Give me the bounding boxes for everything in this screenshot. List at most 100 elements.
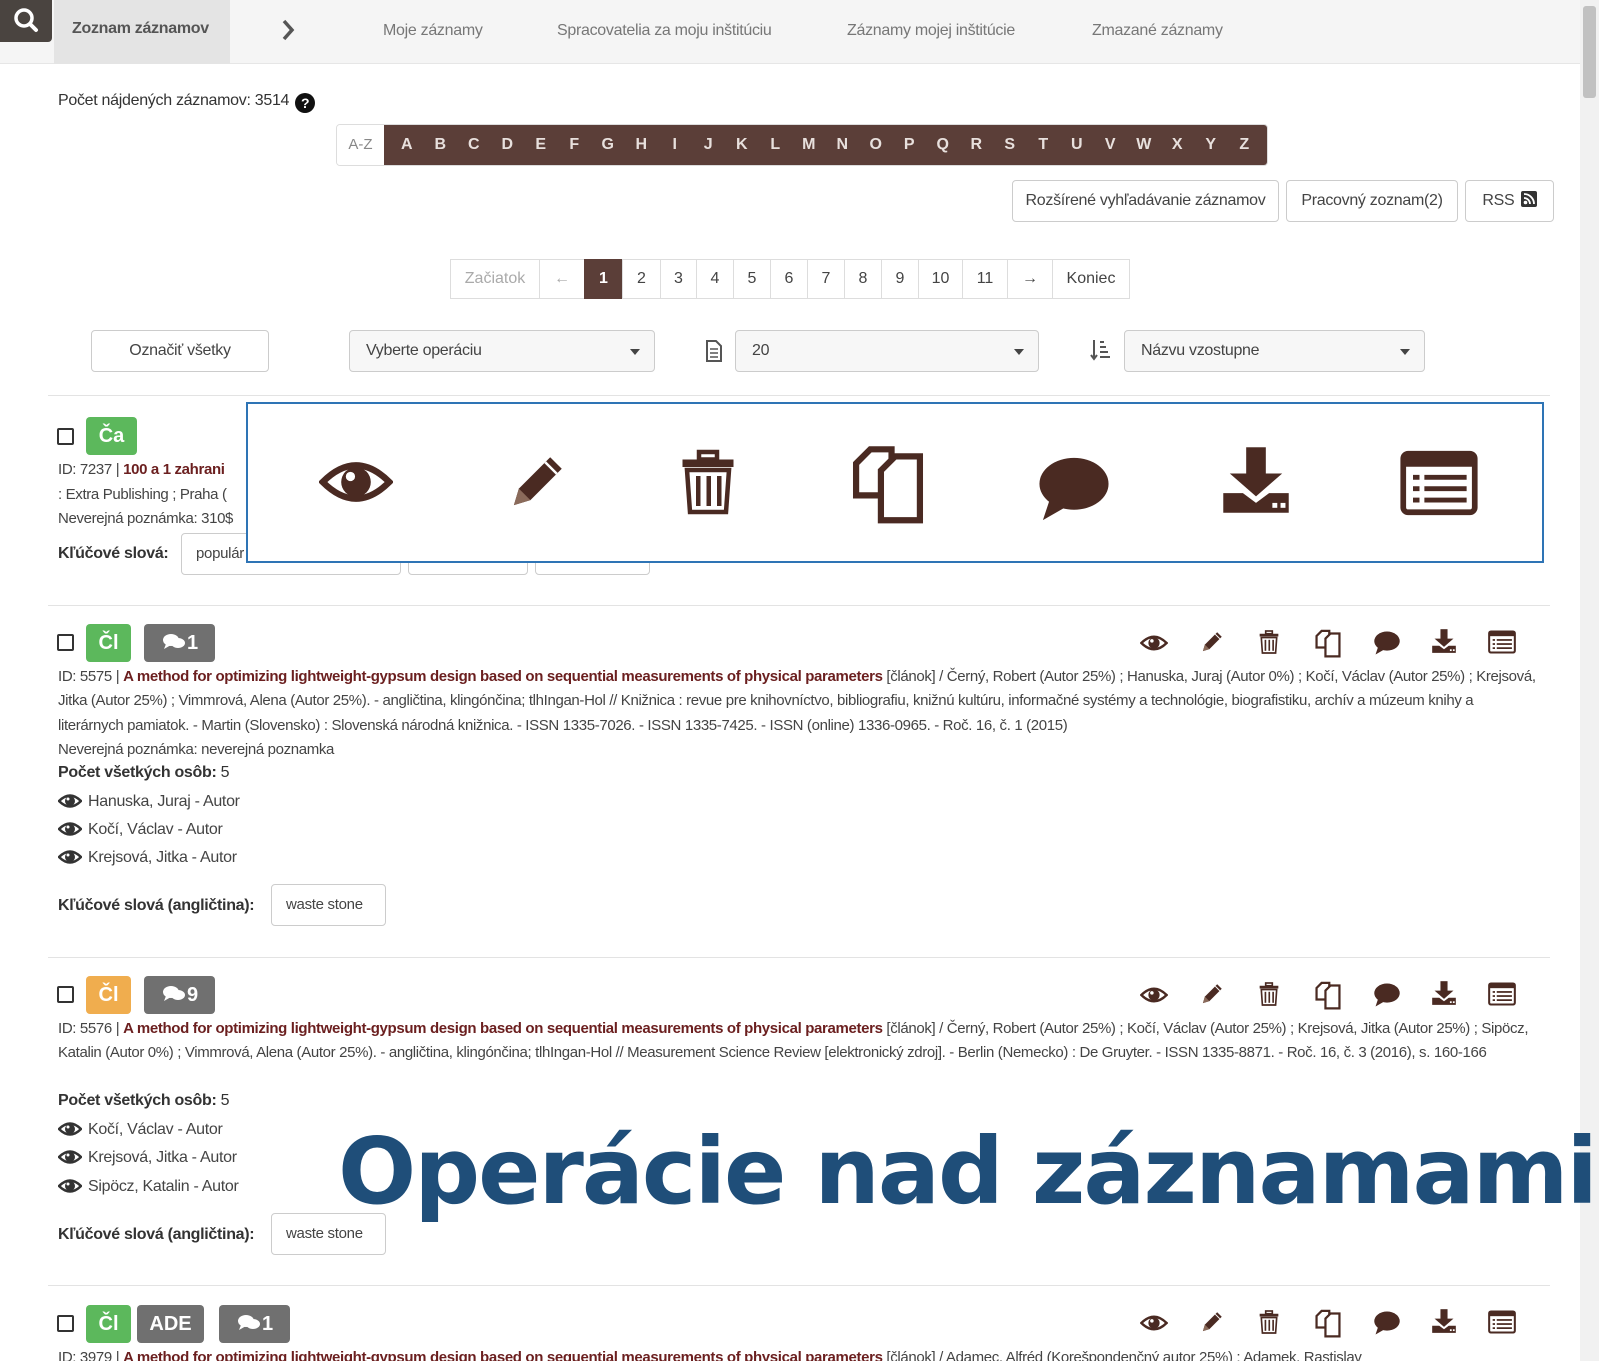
sort-select[interactable]: Názvu vzostupne bbox=[1124, 330, 1425, 372]
record-checkbox[interactable] bbox=[57, 1315, 74, 1332]
alphabet-letter[interactable]: L bbox=[759, 125, 793, 165]
pager-page[interactable]: 4 bbox=[696, 259, 734, 299]
trash-icon[interactable] bbox=[1258, 980, 1280, 1008]
tab-record-list[interactable]: Zoznam záznamov bbox=[54, 0, 230, 64]
pager-page[interactable]: 10 bbox=[918, 259, 963, 299]
pencil-icon[interactable] bbox=[1199, 1308, 1225, 1336]
rss-icon bbox=[1520, 191, 1537, 207]
alphabet-letter[interactable]: T bbox=[1027, 125, 1061, 165]
search-button[interactable] bbox=[0, 0, 52, 42]
keyword-tag[interactable]: waste stone bbox=[271, 884, 386, 926]
alphabet-letter[interactable]: V bbox=[1094, 125, 1128, 165]
alphabet-all[interactable]: A-Z bbox=[337, 125, 384, 165]
person-item[interactable]: Krejsová, Jitka - Autor bbox=[58, 849, 237, 867]
alphabet-letter[interactable]: O bbox=[859, 125, 893, 165]
pager-page[interactable]: 3 bbox=[660, 259, 697, 299]
per-page-select[interactable]: 20 bbox=[735, 330, 1039, 372]
person-item[interactable]: Krejsová, Jitka - Autor bbox=[58, 1149, 237, 1167]
divider bbox=[48, 605, 1550, 606]
tab-deleted-records[interactable]: Zmazané záznamy bbox=[1092, 22, 1223, 40]
person-item[interactable]: Hanuska, Juraj - Autor bbox=[58, 793, 240, 811]
alphabet-letter[interactable]: X bbox=[1161, 125, 1195, 165]
alphabet-letter[interactable]: Q bbox=[926, 125, 960, 165]
comment-icon[interactable] bbox=[1373, 982, 1401, 1008]
scrollbar-thumb[interactable] bbox=[1583, 6, 1596, 98]
pager-page[interactable]: 11 bbox=[962, 259, 1008, 299]
alphabet-letter[interactable]: F bbox=[558, 125, 592, 165]
alphabet-letter[interactable]: W bbox=[1127, 125, 1161, 165]
record-count-label: Počet nájdených záznamov: 3514 bbox=[58, 92, 290, 109]
help-icon[interactable]: ? bbox=[295, 93, 316, 113]
alphabet-letter[interactable]: Y bbox=[1194, 125, 1228, 165]
pager-last[interactable]: Koniec bbox=[1052, 259, 1130, 299]
pager-next[interactable]: → bbox=[1007, 259, 1053, 299]
download-icon[interactable] bbox=[1431, 1308, 1457, 1334]
alphabet-letter[interactable]: S bbox=[993, 125, 1027, 165]
alphabet-letter[interactable]: I bbox=[658, 125, 692, 165]
alphabet-letter[interactable]: P bbox=[893, 125, 927, 165]
list-icon[interactable] bbox=[1488, 982, 1516, 1006]
copy-icon[interactable] bbox=[1314, 628, 1342, 658]
alphabet-letter[interactable]: B bbox=[424, 125, 458, 165]
eye-icon[interactable] bbox=[1140, 1312, 1168, 1334]
comment-icon[interactable] bbox=[1373, 630, 1401, 656]
pager-page-current[interactable]: 1 bbox=[584, 259, 623, 299]
comments-badge[interactable]: 1 bbox=[219, 1305, 290, 1343]
alphabet-letter[interactable]: R bbox=[960, 125, 994, 165]
pager-prev[interactable]: ← bbox=[539, 259, 585, 299]
advanced-search-button[interactable]: Rozšírené vyhľadávanie záznamov bbox=[1012, 180, 1279, 222]
alphabet-letter[interactable]: A bbox=[390, 125, 424, 165]
record-checkbox[interactable] bbox=[57, 634, 74, 651]
alphabet-letter[interactable]: J bbox=[692, 125, 726, 165]
tab-my-records[interactable]: Moje záznamy bbox=[383, 22, 483, 40]
person-item[interactable]: Sipöcz, Katalin - Autor bbox=[58, 1178, 239, 1196]
comments-badge[interactable]: 9 bbox=[144, 976, 215, 1014]
alphabet-letter[interactable]: G bbox=[591, 125, 625, 165]
comments-badge[interactable]: 1 bbox=[144, 624, 215, 662]
list-icon[interactable] bbox=[1488, 1310, 1516, 1334]
alphabet-letter[interactable]: C bbox=[457, 125, 491, 165]
download-icon[interactable] bbox=[1431, 980, 1457, 1006]
record-0-line-2: : Extra Publishing ; Praha ( bbox=[58, 486, 227, 503]
operation-select[interactable]: Vyberte operáciu bbox=[349, 330, 655, 372]
alphabet-letter[interactable]: H bbox=[625, 125, 659, 165]
tab-institution-records[interactable]: Záznamy mojej inštitúcie bbox=[847, 22, 1015, 40]
record-checkbox[interactable] bbox=[57, 428, 74, 445]
select-all-button[interactable]: Označiť všetky bbox=[91, 330, 269, 372]
alphabet-letter[interactable]: Z bbox=[1228, 125, 1262, 165]
pencil-icon[interactable] bbox=[1199, 628, 1225, 656]
pager-page[interactable]: 9 bbox=[881, 259, 919, 299]
alphabet-letter[interactable]: K bbox=[725, 125, 759, 165]
alphabet-letter[interactable]: U bbox=[1060, 125, 1094, 165]
pager-page[interactable]: 5 bbox=[733, 259, 771, 299]
record-count: Počet nájdených záznamov: 3514? bbox=[58, 92, 316, 113]
pager-page[interactable]: 6 bbox=[770, 259, 808, 299]
person-item[interactable]: Kočí, Václav - Autor bbox=[58, 821, 223, 839]
pager-first[interactable]: Začiatok bbox=[450, 259, 540, 299]
pager-page[interactable]: 2 bbox=[622, 259, 661, 299]
pager-page[interactable]: 7 bbox=[807, 259, 845, 299]
trash-icon[interactable] bbox=[1258, 1308, 1280, 1336]
chevron-right-icon[interactable] bbox=[280, 18, 296, 42]
alphabet-letter[interactable]: N bbox=[826, 125, 860, 165]
tab-institution-processors[interactable]: Spracovatelia za moju inštitúciu bbox=[557, 22, 772, 40]
pagination: Začiatok ← 1 2 3 4 5 6 7 8 9 10 11 → Koniec bbox=[450, 259, 1130, 299]
eye-icon[interactable] bbox=[1140, 632, 1168, 654]
trash-icon[interactable] bbox=[1258, 628, 1280, 656]
list-icon[interactable] bbox=[1488, 630, 1516, 654]
record-checkbox[interactable] bbox=[57, 986, 74, 1003]
person-item[interactable]: Kočí, Václav - Autor bbox=[58, 1121, 223, 1139]
comments-icon bbox=[161, 984, 187, 1004]
copy-icon[interactable] bbox=[1314, 1308, 1342, 1338]
eye-icon[interactable] bbox=[1140, 984, 1168, 1006]
alphabet-letter[interactable]: D bbox=[491, 125, 525, 165]
alphabet-letter[interactable]: E bbox=[524, 125, 558, 165]
rss-button[interactable]: RSS bbox=[1465, 180, 1554, 222]
copy-icon[interactable] bbox=[1314, 980, 1342, 1010]
download-icon[interactable] bbox=[1431, 628, 1457, 654]
comment-icon[interactable] bbox=[1373, 1310, 1401, 1336]
pencil-icon[interactable] bbox=[1199, 980, 1225, 1008]
work-list-button[interactable]: Pracovný zoznam(2) bbox=[1286, 180, 1458, 222]
pager-page[interactable]: 8 bbox=[844, 259, 882, 299]
alphabet-letter[interactable]: M bbox=[792, 125, 826, 165]
